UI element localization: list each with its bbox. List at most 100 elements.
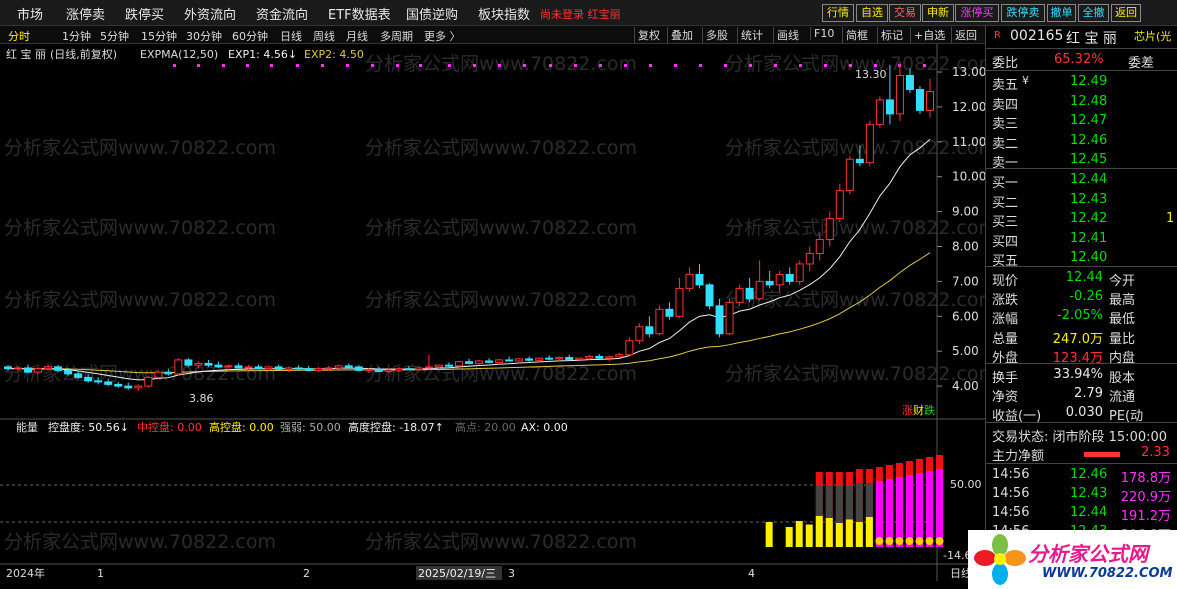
candle-body xyxy=(685,273,694,289)
candle-body xyxy=(755,280,764,300)
period-monthly[interactable]: 月线 xyxy=(346,28,368,44)
signal-dot xyxy=(699,64,702,67)
signal-dot xyxy=(549,64,552,67)
candle-body xyxy=(44,366,53,370)
candle-body xyxy=(244,366,253,369)
indicator-gao: 高控盘: 0.00 xyxy=(209,420,274,434)
right-button-3[interactable]: 申新 xyxy=(922,4,954,22)
candle-body xyxy=(575,357,584,361)
period-daily[interactable]: 日线 xyxy=(280,28,302,44)
candle-body xyxy=(124,385,133,389)
menu-item-limit-up-sell[interactable]: 涨停卖 xyxy=(66,4,105,23)
watermark-text: 分析家公式网www.70822.com xyxy=(725,137,985,159)
toolbar-mark[interactable]: 标记 xyxy=(877,27,906,43)
watermark-text: 分析家公式网www.70822.com xyxy=(725,289,985,311)
period-more[interactable]: 更多 〉 xyxy=(424,28,461,44)
signal-dot xyxy=(649,64,652,67)
candle-body xyxy=(645,326,654,335)
period-fenshi[interactable]: 分时 xyxy=(8,28,30,44)
toolbar-fuquan[interactable]: 复权 xyxy=(634,27,663,43)
signal-dot xyxy=(197,64,200,67)
toolbar-back[interactable]: 返回 xyxy=(951,27,980,43)
price-tick-label: 9.00 xyxy=(952,205,979,219)
top-menu-bar: 市场 涨停卖 跌停买 外资流向 资金流向 ETF数据表 国债逆购 板块指数 尚未… xyxy=(0,0,1177,26)
candle-body xyxy=(274,366,283,370)
candle-body xyxy=(775,273,784,286)
candle-body xyxy=(695,273,704,286)
right-button-8[interactable]: 返回 xyxy=(1111,4,1141,22)
period-60min[interactable]: 60分钟 xyxy=(232,28,268,44)
candle-body xyxy=(845,158,854,192)
bid-label-3: 买四 xyxy=(992,234,1019,250)
badge-cai: 财 xyxy=(913,403,924,417)
candle-body xyxy=(84,376,93,382)
menu-item-foreign-flow[interactable]: 外资流向 xyxy=(184,4,236,23)
stat-value-2: -2.05% xyxy=(1057,308,1103,324)
toolbar-overlay[interactable]: 叠加 xyxy=(667,27,696,43)
candle-body xyxy=(194,362,203,366)
bid-price-0: 12.44 xyxy=(1070,172,1108,187)
energy-yellow-bar xyxy=(795,521,803,547)
tick-volume-0: 178.8万 xyxy=(1120,471,1171,486)
badge-zhang: 涨 xyxy=(902,404,913,417)
menu-item-fund-flow[interactable]: 资金流向 xyxy=(256,4,308,23)
right-button-4[interactable]: 涨停买 xyxy=(955,4,999,22)
toolbar-multi-stock[interactable]: 多股 xyxy=(702,27,731,43)
toolbar-simple-frame[interactable]: 简框 xyxy=(842,27,871,43)
period-multi[interactable]: 多周期 xyxy=(380,28,413,44)
candle-body xyxy=(595,355,604,359)
candle-body xyxy=(204,362,213,366)
candle-body xyxy=(525,358,534,361)
low-label: 3.86 xyxy=(189,392,214,405)
right-button-5[interactable]: 跌停卖 xyxy=(1001,4,1045,22)
right-button-7[interactable]: 全撤 xyxy=(1078,4,1109,22)
right-button-2[interactable]: 交易 xyxy=(889,4,921,22)
right-button-6[interactable]: 撤单 xyxy=(1047,4,1076,22)
kline-chart[interactable]: 分析家公式网www.70822.com 分析家公式网www.70822.com 分析… xyxy=(0,44,985,581)
indicator-axis-mid: 50.00 xyxy=(950,478,982,491)
stat-label2-3: 量比 xyxy=(1109,331,1136,347)
right-button-0[interactable]: 行情 xyxy=(822,4,854,22)
period-30min[interactable]: 30分钟 xyxy=(186,28,222,44)
menu-item-repo[interactable]: 国债逆购 xyxy=(406,4,458,23)
candle-body xyxy=(735,287,744,303)
tick-price-1: 12.43 xyxy=(1070,486,1108,501)
candle-body xyxy=(314,368,323,371)
toolbar-add-watchlist[interactable]: +自选 xyxy=(910,27,948,43)
period-1min[interactable]: 1分钟 xyxy=(62,28,91,44)
menu-item-sector-index[interactable]: 板块指数 xyxy=(478,4,530,23)
candle-body xyxy=(505,359,514,362)
stat-value-3: 247.0万 xyxy=(1052,331,1103,347)
watermark-text: 分析家公式网www.70822.com xyxy=(725,363,985,385)
candle-body xyxy=(434,364,443,368)
watermark-text: 分析家公式网www.70822.com xyxy=(4,217,276,239)
energy-bars xyxy=(765,455,944,547)
bid-price-1: 12.43 xyxy=(1070,191,1108,207)
candle-body xyxy=(334,365,343,369)
candle-body xyxy=(284,367,293,370)
candle-body xyxy=(454,361,463,367)
candle-body xyxy=(224,365,233,368)
signal-dot xyxy=(296,64,299,67)
sector-badge[interactable]: 芯片(光 xyxy=(1134,28,1171,44)
period-15min[interactable]: 15分钟 xyxy=(141,28,177,44)
right-button-1[interactable]: 自选 xyxy=(856,4,888,22)
menu-item-etf-data[interactable]: ETF数据表 xyxy=(328,4,391,23)
exp2-value: EXP2: 4.50 xyxy=(304,48,364,61)
bid-extra: 1 xyxy=(1166,211,1175,226)
stat-label2-2: 最低 xyxy=(1109,312,1136,328)
menu-item-limit-down-buy[interactable]: 跌停买 xyxy=(125,4,164,23)
menu-item-market[interactable]: 市场 xyxy=(17,4,43,23)
period-5min[interactable]: 5分钟 xyxy=(100,28,129,44)
toolbar-stats[interactable]: 统计 xyxy=(737,27,766,43)
exp1-value: EXP1: 4.56↓ xyxy=(228,48,297,61)
signal-dot xyxy=(523,64,526,67)
watermark-text: 分析家公式网www.70822.com xyxy=(365,531,637,553)
candle-body xyxy=(675,287,684,317)
period-weekly[interactable]: 周线 xyxy=(313,28,335,44)
signal-dot xyxy=(849,64,852,67)
energy-yellow-bar xyxy=(855,522,863,547)
toolbar-draw[interactable]: 画线 xyxy=(773,27,802,43)
toolbar-f10[interactable]: F10 xyxy=(810,27,837,40)
candle-body xyxy=(104,381,113,385)
